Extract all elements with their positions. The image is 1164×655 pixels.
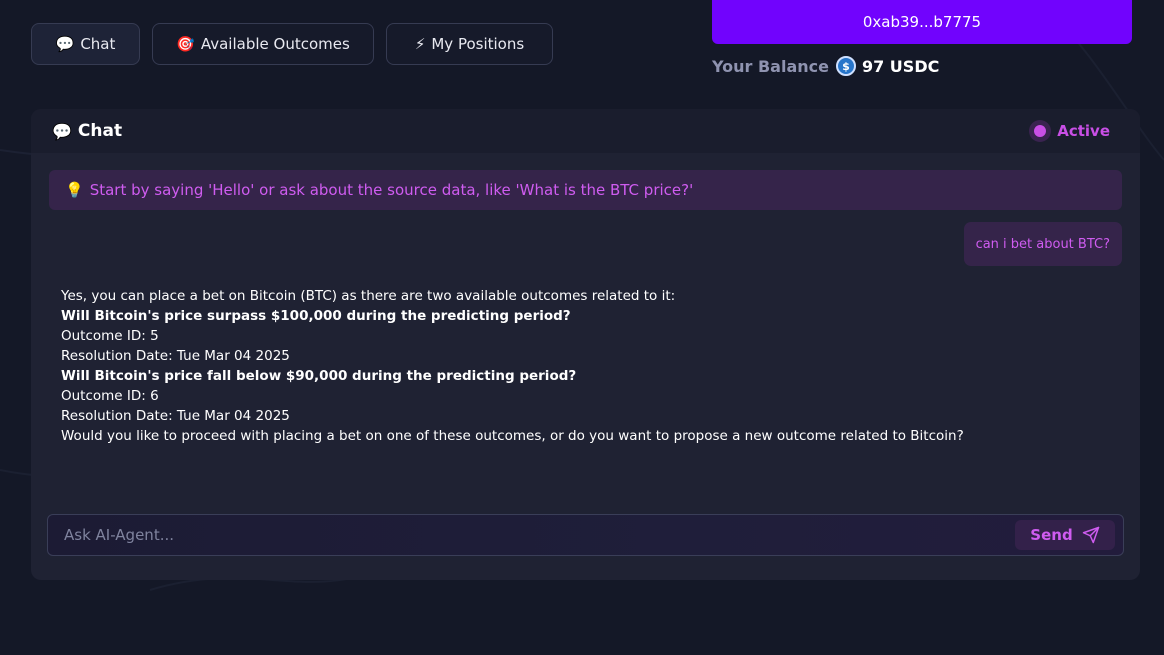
user-message-bubble: can i bet about BTC? xyxy=(963,222,1122,266)
status-dot-icon xyxy=(1029,120,1052,142)
outcome-resolution-date: Resolution Date: Tue Mar 04 2025 xyxy=(61,348,290,364)
hint-banner: 💡 Start by saying 'Hello' or ask about t… xyxy=(49,170,1122,210)
target-icon: 🎯 xyxy=(176,35,195,53)
chat-bubble-icon: 💬 xyxy=(52,121,72,141)
tab-chat[interactable]: 💬 Chat xyxy=(31,23,140,65)
tab-available-outcomes[interactable]: 🎯 Available Outcomes xyxy=(152,23,374,65)
outcome-title: Will Bitcoin's price surpass $100,000 du… xyxy=(61,308,571,324)
lightning-icon: ⚡ xyxy=(414,35,426,53)
chat-input[interactable] xyxy=(64,526,1015,544)
lightbulb-icon: 💡 xyxy=(65,181,84,199)
outcome-id: Outcome ID: 6 xyxy=(61,388,159,404)
send-button-label: Send xyxy=(1030,526,1073,544)
agent-message-line: Yes, you can place a bet on Bitcoin (BTC… xyxy=(61,288,676,304)
user-message-text: can i bet about BTC? xyxy=(975,236,1110,252)
page: 💬 Chat 🎯 Available Outcomes ⚡ My Positio… xyxy=(0,0,1164,655)
status-badge: Active xyxy=(1029,120,1110,142)
hint-text: Start by saying 'Hello' or ask about the… xyxy=(89,181,694,199)
wallet-address-button[interactable]: 0xab39...b7775 xyxy=(712,0,1132,44)
tab-my-positions[interactable]: ⚡ My Positions xyxy=(386,23,553,65)
outcome-resolution-date: Resolution Date: Tue Mar 04 2025 xyxy=(61,408,290,424)
chat-bubble-icon: 💬 xyxy=(55,35,75,53)
chat-panel-title: 💬 Chat xyxy=(52,121,122,141)
usdc-icon: $ xyxy=(835,56,856,76)
agent-message: Yes, you can place a bet on Bitcoin (BTC… xyxy=(61,286,1101,446)
chat-panel-header: 💬 Chat Active xyxy=(31,109,1140,153)
balance-value: 97 USDC xyxy=(861,56,940,76)
top-nav: 💬 Chat 🎯 Available Outcomes ⚡ My Positio… xyxy=(31,23,553,65)
chat-panel: 💬 Chat Active 💡 Start by saying 'Hello' … xyxy=(31,109,1140,580)
status-text: Active xyxy=(1057,122,1110,140)
outcome-title: Will Bitcoin's price fall below $90,000 … xyxy=(61,368,577,384)
chat-title-text: Chat xyxy=(77,121,123,141)
wallet-address: 0xab39...b7775 xyxy=(862,13,982,31)
tab-chat-label: Chat xyxy=(80,35,116,53)
agent-message-line: Would you like to proceed with placing a… xyxy=(61,428,964,444)
send-icon xyxy=(1082,526,1099,544)
chat-input-bar: Send xyxy=(47,514,1124,556)
balance-display: Your Balance $ 97 USDC xyxy=(712,55,939,77)
tab-available-outcomes-label: Available Outcomes xyxy=(200,35,350,53)
balance-label: Your Balance xyxy=(712,56,829,76)
outcome-id: Outcome ID: 5 xyxy=(61,328,159,344)
send-button[interactable]: Send xyxy=(1015,520,1115,550)
tab-my-positions-label: My Positions xyxy=(431,35,525,53)
